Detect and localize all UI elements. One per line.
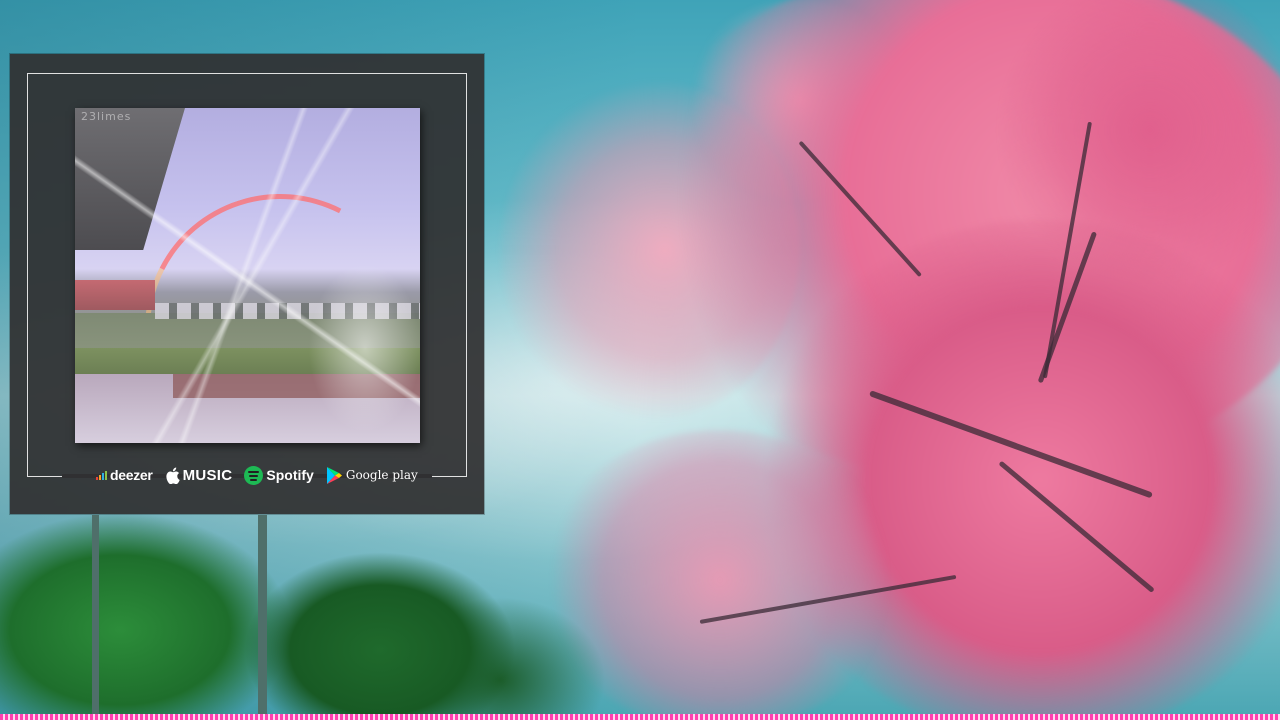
album-artwork: 23limes [75, 108, 420, 443]
deezer-bars-icon [96, 470, 107, 480]
deezer-label: deezer [110, 467, 153, 483]
spotify-logo[interactable]: Spotify [244, 465, 314, 485]
apple-music-logo[interactable]: MUSIC [165, 467, 233, 484]
spotify-icon [244, 465, 264, 485]
audio-visualizer-strip [0, 714, 1280, 720]
deezer-logo[interactable]: deezer [96, 467, 153, 483]
google-play-logo[interactable]: Google play [326, 466, 418, 484]
player-card: 23limes deezer MUSIC Spotify Google play [10, 54, 484, 514]
artwork-tag: 23limes [81, 110, 132, 123]
utility-pole [92, 515, 99, 720]
apple-icon [165, 467, 180, 484]
streaming-logos: deezer MUSIC Spotify Google play [96, 463, 418, 487]
apple-music-label: MUSIC [182, 466, 233, 484]
spotify-label: Spotify [266, 467, 314, 483]
google-play-label: Google play [345, 468, 418, 482]
utility-pole [258, 515, 267, 720]
google-play-icon [326, 466, 342, 484]
artwork-glass-crack-overlay [75, 108, 420, 443]
